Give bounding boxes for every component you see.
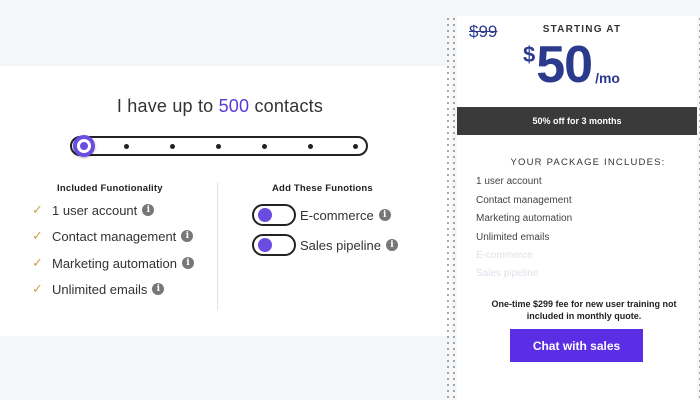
contacts-value: 500 [218, 96, 250, 116]
slider-handle[interactable] [73, 135, 95, 157]
feature-marketing-automation: ✓ Marketing automation i [32, 255, 195, 271]
feature-label: 1 user account [52, 202, 138, 218]
feature-unlimited-emails: ✓ Unlimited emails i [32, 281, 165, 297]
info-icon[interactable]: i [152, 283, 165, 295]
headline-prefix: I have up to [116, 96, 214, 116]
toggle-knob [258, 208, 272, 222]
headline-suffix: contacts [254, 96, 324, 116]
promo-banner: 50% off for 3 months [457, 107, 697, 135]
column-divider [217, 182, 218, 310]
info-icon[interactable]: i [385, 239, 398, 251]
package-title: YOUR PACKAGE INCLUDES: [510, 157, 666, 168]
feature-label: Unlimited emails [52, 281, 148, 297]
slider-stop[interactable] [262, 144, 267, 149]
package-item-inactive: Sales pipeline [476, 268, 539, 279]
slider-stop[interactable] [353, 144, 358, 149]
ecommerce-toggle[interactable] [252, 204, 296, 226]
slider-stop[interactable] [170, 144, 175, 149]
feature-label: Contact management [52, 228, 177, 244]
currency-symbol: $ [523, 42, 536, 67]
pricing-card: $99 STARTING AT $ 50 /mo 50% off for 3 m… [457, 16, 697, 400]
package-item-inactive: E-commerce [476, 250, 533, 261]
addons-title: Add These Funotions [272, 183, 373, 194]
check-icon: ✓ [32, 202, 43, 217]
price-period: /mo [595, 70, 620, 86]
slider-stop[interactable] [124, 144, 129, 149]
check-icon: ✓ [32, 255, 43, 270]
contacts-slider[interactable] [70, 135, 368, 157]
feature-contact-management: ✓ Contact management i [32, 228, 194, 244]
contacts-headline: I have up to 500 contacts [0, 96, 440, 117]
included-title: Included Funotionality [57, 183, 163, 194]
slider-stop[interactable] [308, 144, 313, 149]
addon-ecommerce: E-commerce i [252, 204, 391, 226]
addon-label: E-commerce [300, 207, 374, 223]
addon-sales-pipeline: Sales pipeline i [252, 234, 398, 256]
feature-user-account: ✓ 1 user account i [32, 202, 155, 218]
chat-with-sales-button[interactable]: Chat with sales [510, 329, 643, 362]
package-item: Marketing automation [476, 213, 573, 224]
info-icon[interactable]: i [378, 209, 391, 221]
toggle-knob [258, 238, 272, 252]
package-item: 1 user account [476, 176, 542, 187]
info-icon[interactable]: i [142, 204, 155, 216]
feature-label: Marketing automation [52, 255, 178, 271]
price: $ 50 /mo [523, 36, 620, 94]
info-icon[interactable]: i [182, 257, 195, 269]
package-item: Contact management [476, 195, 572, 206]
training-fee-note: One-time $299 fee for new user training … [491, 299, 677, 321]
sales-pipeline-toggle[interactable] [252, 234, 296, 256]
price-amount: 50 [536, 36, 593, 94]
check-icon: ✓ [32, 228, 43, 243]
addon-label: Sales pipeline [300, 237, 381, 253]
info-icon[interactable]: i [181, 230, 194, 242]
check-icon: ✓ [32, 281, 43, 296]
package-item: Unlimited emails [476, 232, 550, 243]
starting-at-label: STARTING AT [542, 24, 622, 35]
slider-stop[interactable] [216, 144, 221, 149]
